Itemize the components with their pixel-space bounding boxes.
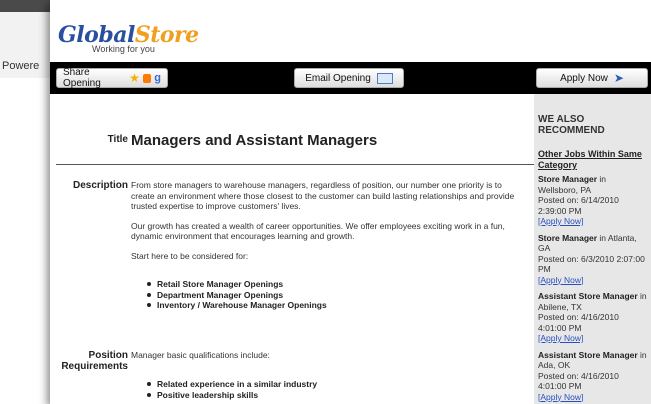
action-toolbar: Share Opening ★ g Email Opening Apply No… (50, 62, 651, 94)
list-item: Department Manager Openings (147, 290, 327, 301)
job-content: Title Managers and Assistant Managers De… (50, 94, 534, 404)
apply-now-button[interactable]: Apply Now ➤ (536, 68, 648, 88)
description-label: Description (72, 180, 128, 191)
google-icon[interactable]: g (154, 72, 161, 84)
list-item: Related experience in a similar industry (147, 379, 317, 390)
logo-tagline: Working for you (92, 44, 155, 54)
position-requirements-label: Position Requirements (61, 350, 128, 372)
job-title: Managers and Assistant Managers (131, 132, 378, 149)
list-item: Retail Store Manager Openings (147, 279, 327, 290)
recommend-sidebar: WE ALSO RECOMMEND Other Jobs Within Same… (534, 94, 651, 404)
job-role-link[interactable]: Assistant Store Manager (538, 350, 638, 360)
star-icon[interactable]: ★ (129, 71, 140, 85)
description-text: From store managers to warehouse manager… (131, 180, 521, 270)
powered-by-text: Powere (2, 60, 40, 72)
description-paragraph: From store managers to warehouse manager… (131, 180, 515, 211)
header: GlobalStore Working for you (50, 0, 651, 62)
divider (56, 164, 534, 165)
requirements-list: Related experience in a similar industry… (147, 379, 317, 400)
list-item: Assistant Store Manager in Ada, OK Poste… (538, 349, 647, 403)
envelope-icon (376, 72, 393, 84)
openings-list: Retail Store Manager Openings Department… (147, 279, 327, 311)
list-item: Assistant Store Manager in Abilene, TX P… (538, 291, 647, 344)
paper-plane-icon: ➤ (613, 71, 624, 85)
recommend-title: WE ALSO RECOMMEND (538, 114, 605, 136)
list-item: Inventory / Warehouse Manager Openings (147, 300, 327, 311)
other-jobs-link[interactable]: Other Jobs Within Same Category (538, 149, 647, 170)
apply-now-link[interactable]: [Apply Now] (538, 216, 647, 227)
apply-now-link[interactable]: [Apply Now] (538, 392, 647, 403)
description-paragraph: Our growth has created a wealth of caree… (131, 220, 505, 242)
title-label: Title (107, 134, 128, 145)
job-role-link[interactable]: Store Manager (538, 233, 597, 243)
apply-now-link[interactable]: [Apply Now] (538, 275, 647, 286)
requirements-intro: Manager basic qualifications include: (131, 350, 270, 360)
job-detail-window: GlobalStore Working for you Share Openin… (50, 0, 651, 404)
share-opening-button[interactable]: Share Opening ★ g (56, 67, 168, 89)
list-item: Positive leadership skills (147, 390, 317, 401)
job-role-link[interactable]: Assistant Store Manager (538, 291, 638, 301)
list-item: Store Manager in Atlanta, GA Posted on: … (538, 233, 647, 286)
globalstore-logo[interactable]: GlobalStore Working for you (58, 22, 199, 54)
apply-now-link[interactable]: [Apply Now] (538, 333, 647, 344)
description-paragraph: Start here to be considered for: (131, 250, 249, 261)
rss-icon[interactable] (142, 73, 152, 83)
list-item: Store Manager in Wellsboro, PA Posted on… (538, 174, 647, 227)
job-role-link[interactable]: Store Manager (538, 174, 597, 184)
email-opening-button[interactable]: Email Opening (294, 68, 404, 88)
